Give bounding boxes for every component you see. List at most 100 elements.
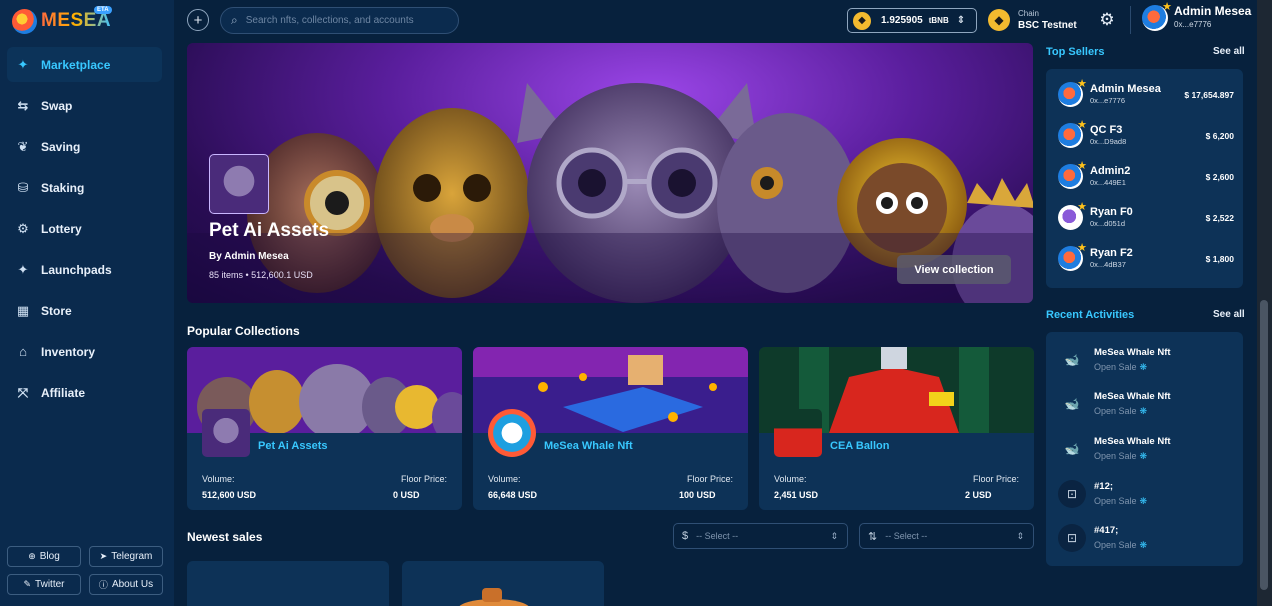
saving-icon: ❦: [17, 138, 29, 154]
user-profile[interactable]: ★ Admin Mesea 0x...e7776: [1142, 1, 1252, 31]
collection-name[interactable]: Pet Ai Assets: [258, 440, 328, 452]
top-sellers-see-all-link[interactable]: See all: [1213, 46, 1245, 57]
profile-address: 0x...e7776: [1174, 20, 1212, 29]
chevron-updown-icon: ⇕: [830, 530, 838, 541]
collection-name[interactable]: CEA Ballon: [830, 440, 890, 452]
scrollbar-thumb[interactable]: [1260, 300, 1268, 590]
star-icon: ★: [1077, 160, 1087, 172]
sale-card[interactable]: [402, 561, 604, 606]
activity-item[interactable]: ⊡ #417; Open Sale ❋: [1058, 523, 1147, 553]
activity-item[interactable]: 🐋 MeSea Whale Nft Open Sale ❋: [1058, 389, 1171, 419]
whale-nft-icon: 🐋: [1064, 397, 1080, 411]
hero-meta: 85 items • 512,600.1 USD: [209, 270, 313, 280]
sidebar-item-staking[interactable]: ⛁ Staking: [7, 170, 162, 205]
recent-activities-see-all-link[interactable]: See all: [1213, 309, 1245, 320]
seller-amount: $ 6,200: [1205, 130, 1234, 141]
sort-filter-select[interactable]: ⇅ -- Select -- ⇕: [859, 523, 1034, 549]
sidebar-item-marketplace[interactable]: ✦ Marketplace: [7, 47, 162, 82]
floor-price-value: 100 USD: [679, 490, 716, 500]
activity-name: MeSea Whale Nft: [1094, 436, 1171, 447]
balance-selector[interactable]: ◆ 1.925905 tBNB ⇕: [847, 8, 977, 33]
collection-card[interactable]: CEA Ballon Volume: Floor Price: 2,451 US…: [759, 347, 1034, 510]
sidebar-item-swap[interactable]: ⇆ Swap: [7, 88, 162, 123]
activity-item[interactable]: 🐋 MeSea Whale Nft Open Sale ❋: [1058, 434, 1171, 464]
seller-amount: $ 17,654.897: [1184, 89, 1234, 100]
activity-status: Open Sale: [1094, 540, 1137, 550]
seller-name: Admin Mesea: [1090, 82, 1161, 95]
avatar: ★: [1142, 1, 1172, 31]
volume-label: Volume:: [488, 474, 521, 484]
collection-thumbnail: [488, 409, 536, 457]
avatar: ★: [1058, 242, 1087, 271]
blog-link[interactable]: ⊕ Blog: [7, 546, 81, 567]
avatar: ★: [1058, 119, 1087, 148]
popular-collections-title: Popular Collections: [187, 324, 300, 338]
activity-item[interactable]: ⊡ #12; Open Sale ❋: [1058, 479, 1147, 509]
activity-status: Open Sale: [1094, 362, 1137, 372]
sidebar-item-launchpads[interactable]: ✦ Launchpads: [7, 252, 162, 287]
sidebar-item-label: Staking: [41, 180, 85, 195]
chevron-updown-icon: ⇕: [1016, 530, 1024, 541]
launchpad-icon: ✦: [17, 261, 29, 277]
sale-card[interactable]: [187, 561, 389, 606]
floor-price-value: 0 USD: [393, 490, 420, 500]
sale-card-image: [459, 588, 529, 606]
brand-logo[interactable]: MESEA ETA: [12, 6, 112, 36]
activity-name: #417;: [1094, 525, 1119, 536]
recent-activities-panel: 🐋 MeSea Whale Nft Open Sale ❋ 🐋 MeSea Wha…: [1046, 332, 1243, 566]
sidebar-item-label: Affiliate: [41, 385, 86, 400]
twitter-link[interactable]: ✎ Twitter: [7, 574, 81, 595]
sidebar-item-store[interactable]: ▦ Store: [7, 293, 162, 328]
chain-indicator[interactable]: ◆ Chain BSC Testnet: [988, 8, 1077, 32]
seller-item[interactable]: ★ Admin2 0x...449E1 $ 2,600: [1058, 160, 1234, 189]
activity-name: MeSea Whale Nft: [1094, 347, 1171, 358]
seller-item[interactable]: ★ Ryan F2 0x...4dB37 $ 1,800: [1058, 242, 1234, 271]
activity-status: Open Sale: [1094, 496, 1137, 506]
sidebar-item-inventory[interactable]: ⌂ Inventory: [7, 334, 162, 369]
price-filter-select[interactable]: $ -- Select -- ⇕: [673, 523, 848, 549]
swap-icon: ⇆: [17, 97, 29, 113]
collection-card[interactable]: MeSea Whale Nft Volume: Floor Price: 66,…: [473, 347, 748, 510]
about-us-link[interactable]: ⓘ About Us: [89, 574, 163, 595]
floor-price-value: 2 USD: [965, 490, 992, 500]
star-icon: ★: [1077, 78, 1087, 90]
volume-label: Volume:: [202, 474, 235, 484]
search-input[interactable]: [245, 15, 446, 26]
activity-item[interactable]: 🐋 MeSea Whale Nft Open Sale ❋: [1058, 345, 1171, 375]
sidebar-item-label: Store: [41, 303, 72, 318]
twitter-icon: ✎: [23, 579, 32, 589]
search-bar[interactable]: ⌕: [220, 7, 459, 34]
link-label: Twitter: [35, 579, 65, 590]
telegram-link[interactable]: ➤ Telegram: [89, 546, 163, 567]
whale-nft-icon: 🐋: [1064, 442, 1080, 456]
sidebar-item-lottery[interactable]: ⚙ Lottery: [7, 211, 162, 246]
sidebar-item-saving[interactable]: ❦ Saving: [7, 129, 162, 164]
sidebar-item-affiliate[interactable]: ⤧ Affiliate: [7, 375, 162, 410]
sidebar-item-label: Saving: [41, 139, 81, 154]
collection-thumbnail[interactable]: [209, 154, 269, 214]
seller-item[interactable]: ★ QC F3 0x...D9ad8 $ 6,200: [1058, 119, 1234, 148]
chain-label: Chain: [1018, 9, 1039, 18]
seller-address: 0x...4dB37: [1090, 259, 1126, 269]
seller-name: Ryan F0: [1090, 205, 1133, 218]
collection-card[interactable]: Pet Ai Assets Volume: Floor Price: 512,6…: [187, 347, 462, 510]
collection-name[interactable]: MeSea Whale Nft: [544, 440, 633, 452]
volume-label: Volume:: [774, 474, 807, 484]
view-collection-button[interactable]: View collection: [897, 255, 1011, 284]
seller-address: 0x...D9ad8: [1090, 136, 1127, 146]
floor-price-label: Floor Price:: [686, 474, 733, 484]
volume-value: 66,648 USD: [488, 490, 538, 500]
seller-item[interactable]: ★ Admin Mesea 0x...e7776 $ 17,654.897: [1058, 78, 1234, 107]
link-label: Blog: [39, 551, 60, 562]
add-button[interactable]: +: [187, 9, 209, 31]
bsc-chain-icon: ◆: [988, 9, 1010, 31]
avatar: ★: [1058, 201, 1087, 230]
sidebar-links: ⊕ Blog ➤ Telegram ✎ Twitter ⓘ About Us: [7, 546, 163, 595]
profile-name: Admin Mesea: [1174, 4, 1252, 18]
balance-unit: tBNB: [928, 16, 949, 25]
seller-item[interactable]: ★ Ryan F0 0x...d051d $ 2,522: [1058, 201, 1234, 230]
featured-collection-banner[interactable]: Pet Ai Assets By Admin Mesea 85 items • …: [187, 43, 1033, 303]
search-icon: ⌕: [231, 13, 238, 27]
info-icon: ⓘ: [98, 580, 108, 590]
settings-gear-icon[interactable]: ⚙: [1097, 10, 1117, 30]
